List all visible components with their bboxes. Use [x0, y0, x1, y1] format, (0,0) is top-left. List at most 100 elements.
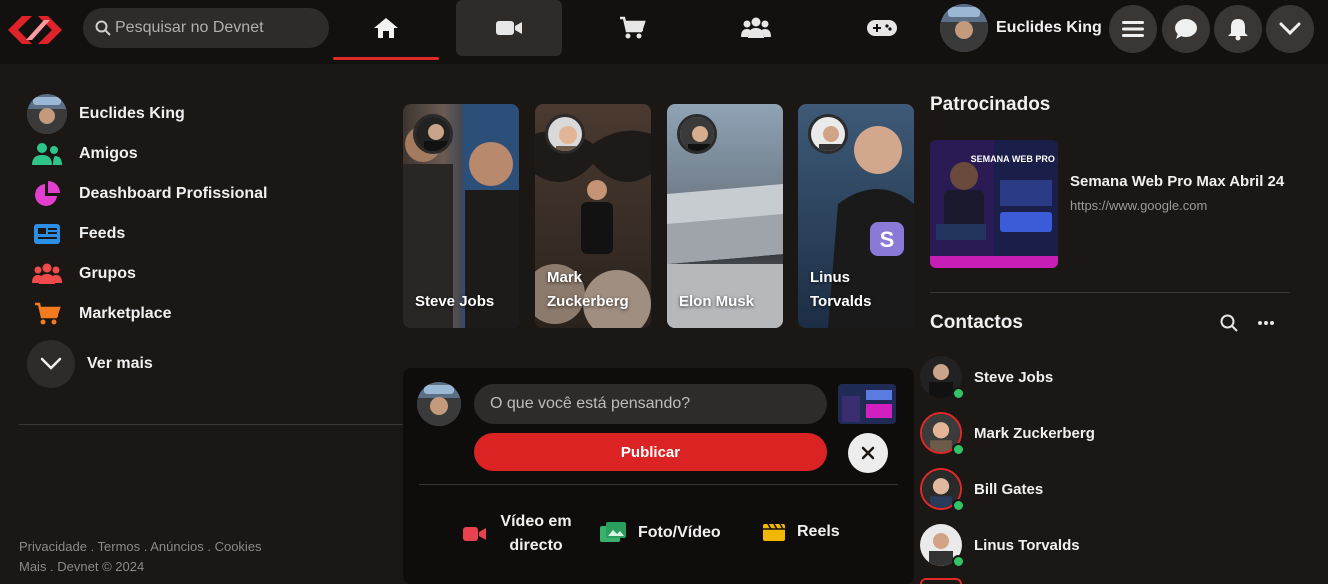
nav-tab-home[interactable]	[333, 0, 439, 60]
sidebar-item-feeds[interactable]: Feeds	[19, 214, 403, 254]
story-card[interactable]: Elon Musk	[667, 104, 783, 328]
online-status-dot	[952, 555, 965, 568]
ad-text: Semana Web Pro Max Abril 24 https://www.…	[1070, 140, 1284, 268]
search-input[interactable]	[115, 19, 315, 37]
story-card[interactable]: S Linus Torvalds	[798, 104, 914, 328]
footer-line-2[interactable]: Mais . Devnet © 2024	[19, 557, 399, 577]
remove-media-button[interactable]	[848, 433, 888, 473]
contact-item[interactable]: Linus Torvalds	[920, 517, 1080, 573]
ad-url[interactable]: https://www.google.com	[1070, 198, 1284, 213]
contact-avatar-wrap	[920, 524, 965, 568]
contact-name: Bill Gates	[974, 480, 1044, 498]
post-input[interactable]	[490, 395, 810, 413]
see-more-label: Ver mais	[87, 355, 153, 372]
story-name: Steve Jobs	[415, 293, 495, 310]
sidebar-item-profile[interactable]: Euclides King	[19, 94, 403, 134]
reels-icon	[763, 523, 785, 541]
story-card[interactable]: Steve Jobs	[403, 104, 519, 328]
live-video-action[interactable]: Vídeo em directo	[463, 510, 573, 558]
sidebar-item-label: Marketplace	[79, 305, 172, 322]
post-composer: Publicar Vídeo em directo Foto/Vídeo Ree…	[403, 368, 914, 584]
nav-tab-marketplace[interactable]	[579, 0, 685, 56]
newspaper-icon	[34, 224, 60, 244]
story-avatar	[677, 114, 717, 154]
devnet-logo[interactable]	[4, 10, 68, 50]
story-avatar	[545, 114, 585, 154]
menu-button[interactable]	[1109, 5, 1157, 53]
nav-tab-friends[interactable]	[703, 0, 809, 56]
left-sidebar: Euclides King Amigos Deashboard Profissi…	[19, 94, 403, 388]
chevron-down-icon	[40, 357, 62, 370]
sidebar-item-groups[interactable]: Grupos	[19, 254, 403, 294]
home-icon	[374, 18, 398, 38]
sidebar-item-label: Euclides King	[79, 105, 185, 122]
sponsored-title: Patrocinados	[930, 94, 1051, 115]
online-status-dot	[952, 499, 965, 512]
footer-line-1[interactable]: Privacidade . Termos . Anúncios . Cookie…	[19, 537, 399, 557]
messenger-button[interactable]	[1162, 5, 1210, 53]
sidebar-item-label: Feeds	[79, 225, 126, 242]
see-more-circle	[27, 340, 75, 388]
nav-tab-gaming[interactable]	[829, 0, 935, 56]
cart-icon	[620, 16, 646, 39]
chat-bubble-icon	[1175, 19, 1197, 39]
friends-icon	[32, 143, 62, 165]
nav-tab-video[interactable]	[456, 0, 562, 56]
attached-media-thumbnail[interactable]	[838, 384, 896, 424]
post-input-wrap[interactable]	[474, 384, 827, 424]
online-status-dot	[952, 443, 965, 456]
live-video-icon	[463, 527, 486, 541]
cart-icon-wrap	[27, 294, 67, 334]
contacts-header: Contactos	[930, 312, 1290, 334]
contact-avatar-partial	[920, 578, 962, 584]
pie-chart-icon-wrap	[27, 174, 67, 214]
sidebar-item-marketplace[interactable]: Marketplace	[19, 294, 403, 334]
top-navigation-bar: Euclides King	[0, 0, 1328, 64]
story-avatar	[413, 114, 453, 154]
photo-video-action[interactable]: Foto/Vídeo	[600, 522, 721, 544]
sponsored-header: Patrocinados	[930, 94, 1290, 116]
cart-icon	[35, 302, 61, 325]
search-bar[interactable]	[83, 8, 329, 48]
friends-icon-wrap	[27, 134, 67, 174]
groups-icon	[32, 263, 62, 284]
sidebar-divider	[19, 424, 403, 425]
contact-name: Linus Torvalds	[974, 536, 1080, 554]
sidebar-item-friends[interactable]: Amigos	[19, 134, 403, 174]
contact-item[interactable]: Mark Zuckerberg	[920, 405, 1095, 461]
menu-icon	[1122, 21, 1144, 37]
close-icon	[861, 446, 875, 460]
ad-image-text: SEMANA WEB PRO MAX	[971, 154, 1058, 164]
story-card[interactable]: Mark Zuckerberg	[535, 104, 651, 328]
see-more-button[interactable]: Ver mais	[19, 340, 403, 388]
profile-chip[interactable]: Euclides King	[940, 4, 1102, 52]
story-name: Mark Zuckerberg	[547, 269, 629, 310]
profile-avatar	[940, 4, 988, 52]
online-status-dot	[952, 387, 965, 400]
account-menu-button[interactable]	[1266, 5, 1314, 53]
chevron-down-icon	[1279, 22, 1301, 36]
sidebar-item-dashboard[interactable]: Deashboard Profissional	[19, 174, 403, 214]
footer-links: Privacidade . Termos . Anúncios . Cookie…	[19, 537, 399, 577]
more-options-icon[interactable]	[1258, 314, 1274, 332]
photo-icon	[600, 522, 626, 542]
publish-button[interactable]: Publicar	[474, 433, 827, 471]
newspaper-icon-wrap	[27, 214, 67, 254]
contact-name: Steve Jobs	[974, 368, 1054, 386]
right-divider	[930, 292, 1290, 293]
contact-avatar-wrap	[920, 412, 965, 456]
gamepad-icon	[867, 20, 897, 36]
avatar[interactable]	[417, 382, 461, 426]
reels-action[interactable]: Reels	[763, 522, 840, 542]
contact-avatar-wrap	[920, 468, 965, 512]
contacts-title: Contactos	[930, 312, 1023, 333]
sidebar-item-label: Amigos	[79, 145, 138, 162]
ad-title[interactable]: Semana Web Pro Max Abril 24	[1070, 170, 1284, 194]
profile-name: Euclides King	[996, 19, 1102, 36]
search-icon[interactable]	[1220, 314, 1238, 332]
notifications-button[interactable]	[1214, 5, 1262, 53]
sidebar-item-label: Grupos	[79, 265, 136, 282]
contact-item[interactable]: Bill Gates	[920, 461, 1043, 517]
sponsored-ad[interactable]: SEMANA WEB PRO MAX Semana Web Pro Max Ab…	[930, 140, 1290, 268]
contact-item[interactable]: Steve Jobs	[920, 349, 1053, 405]
